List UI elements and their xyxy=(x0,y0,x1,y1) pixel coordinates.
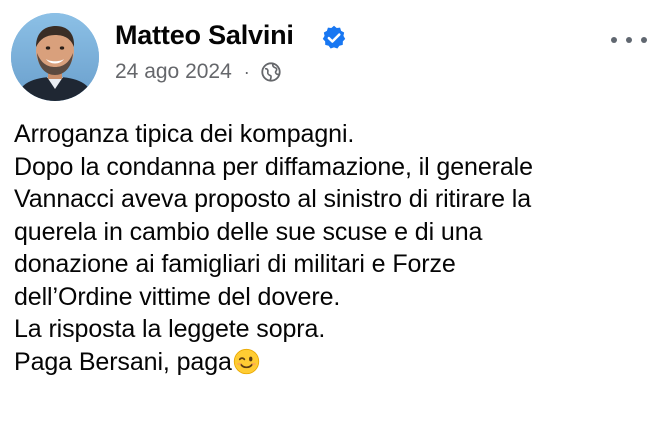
post-date[interactable]: 24 ago 2024 xyxy=(115,60,232,84)
post-text-line: Vannacci aveva proposto al sinistro di r… xyxy=(14,185,532,213)
avatar-image xyxy=(11,13,99,101)
more-options-icon[interactable] xyxy=(611,30,647,50)
post-text: Arroganza tipica dei kompagni. Dopo la c… xyxy=(14,118,650,378)
more-dot xyxy=(641,37,647,43)
verified-badge-icon xyxy=(322,25,346,49)
author-avatar[interactable] xyxy=(11,13,99,101)
author-name[interactable]: Matteo Salvini xyxy=(115,20,294,51)
post-text-line: Dopo la condanna per diffamazione, il ge… xyxy=(14,152,533,181)
post-text-line: dell’Ordine vittime del dovere. xyxy=(14,282,341,311)
meta-separator: · xyxy=(243,61,250,82)
more-dot xyxy=(626,37,632,43)
post-text-line: Paga Bersani, paga xyxy=(14,347,232,376)
post-text-line: donazione ai famigliari di militari e Fo… xyxy=(14,250,456,278)
post-text-line: La risposta la leggete sopra. xyxy=(14,315,326,343)
post-header: Matteo Salvini 24 ago 2024 · xyxy=(0,0,655,110)
post-text-last-line: Paga Bersani, paga xyxy=(14,346,650,379)
post-meta: 24 ago 2024 · xyxy=(115,58,282,86)
globe-icon xyxy=(261,62,281,82)
winking-face-emoji xyxy=(233,348,259,374)
more-dot xyxy=(611,37,617,43)
post-text-line: Arroganza tipica dei kompagni. xyxy=(14,120,355,148)
post-text-line: querela in cambio delle sue scuse e di u… xyxy=(14,217,483,246)
